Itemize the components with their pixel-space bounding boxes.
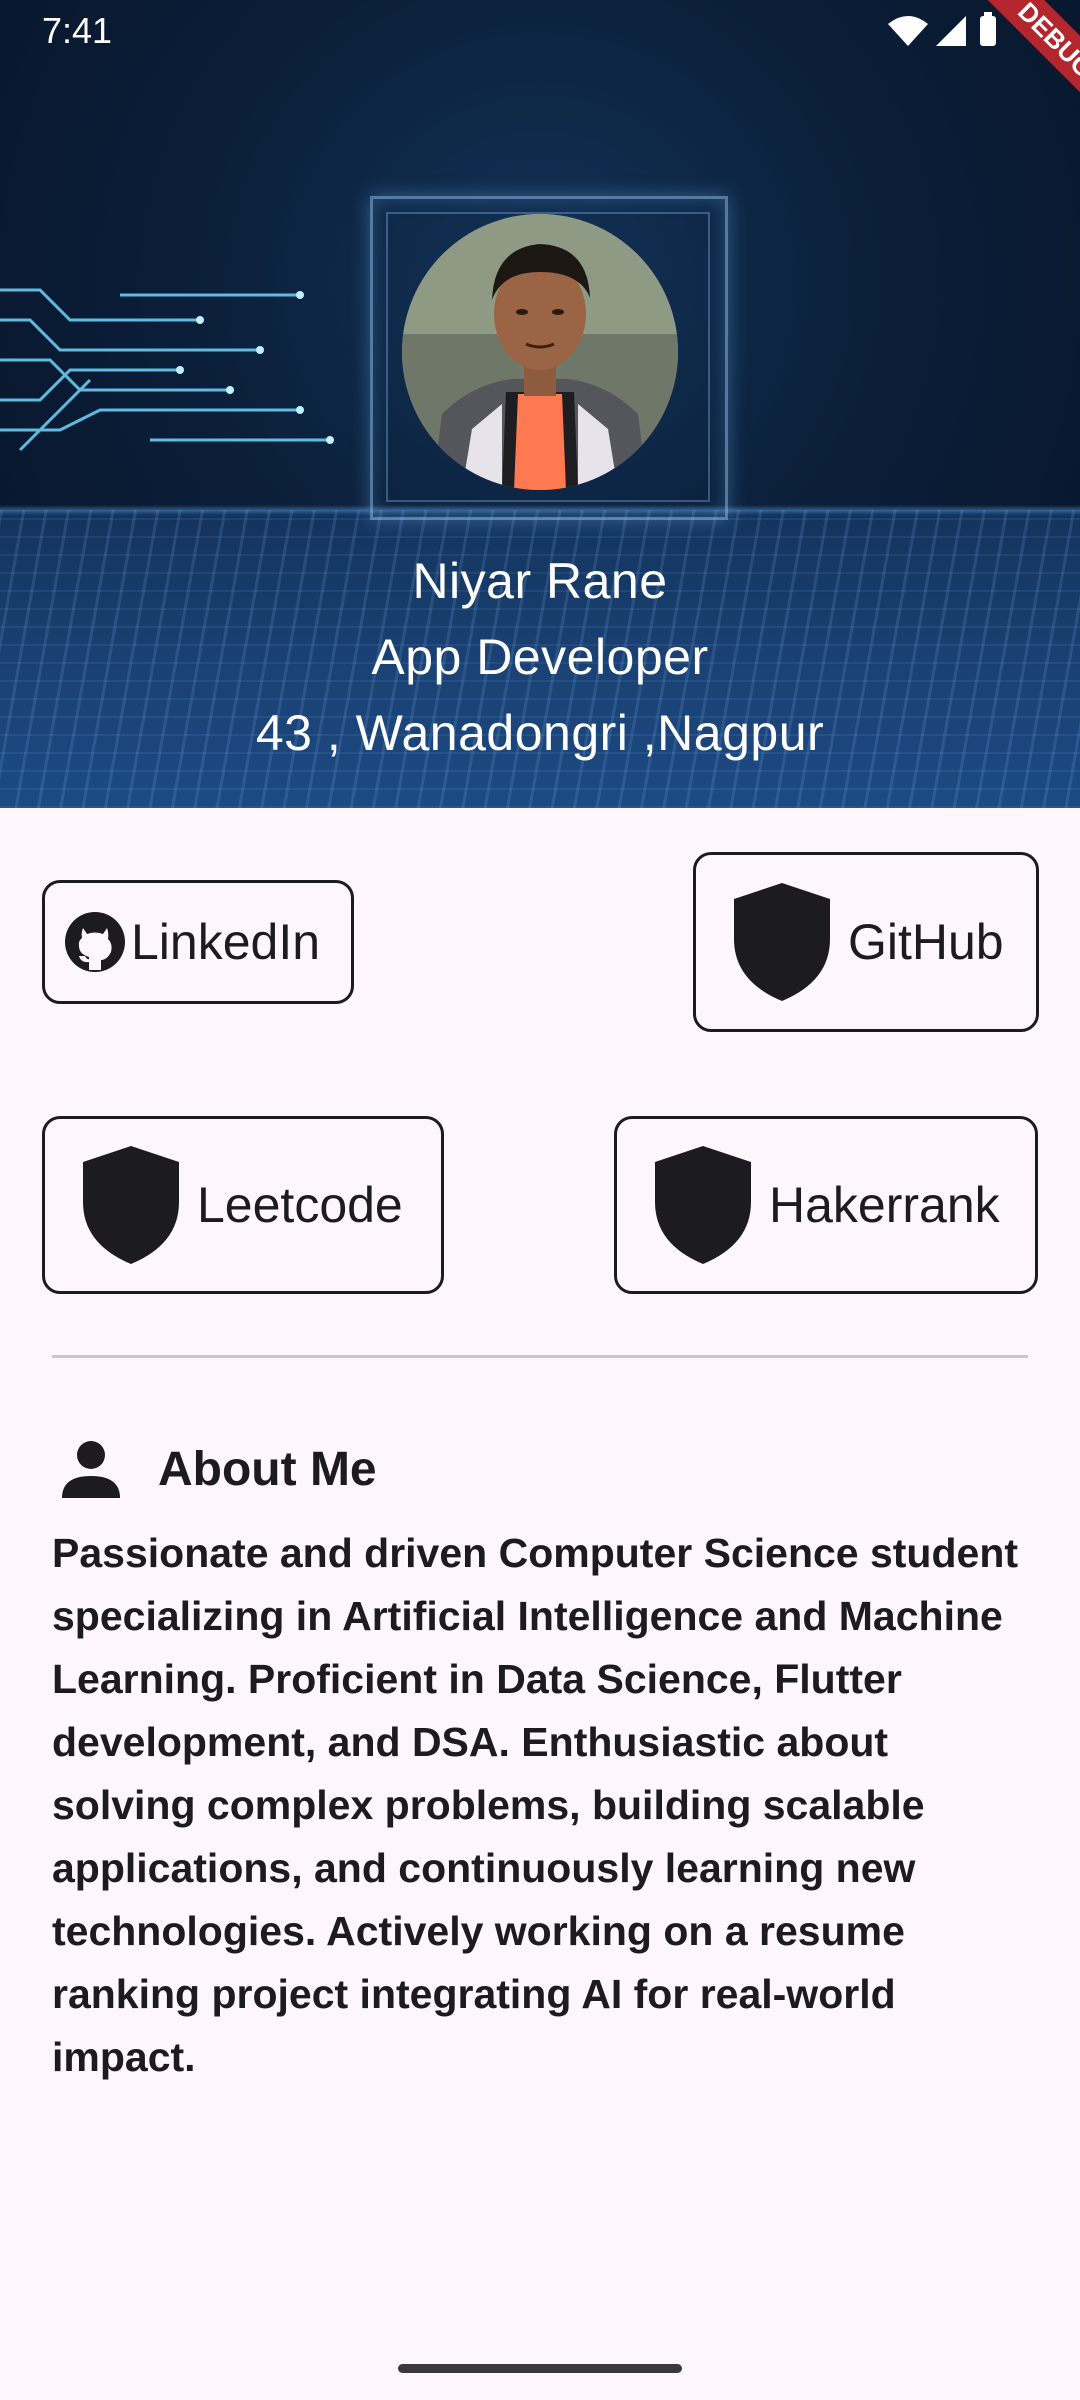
- hackerrank-button-label: Hakerrank: [769, 1177, 1000, 1233]
- github-icon: [65, 912, 125, 972]
- person-icon: [62, 1441, 120, 1498]
- profile-photo: [402, 214, 678, 490]
- about-header: About Me: [60, 1440, 377, 1498]
- about-title: About Me: [158, 1442, 377, 1496]
- leetcode-button-label: Leetcode: [197, 1177, 403, 1233]
- home-indicator[interactable]: [398, 2364, 682, 2373]
- linkedin-button[interactable]: LinkedIn: [42, 880, 354, 1004]
- avatar: [402, 214, 678, 490]
- shield-icon: [655, 1146, 751, 1264]
- about-description: Passionate and driven Computer Science s…: [52, 1530, 1019, 2080]
- linkedin-button-label: LinkedIn: [131, 914, 321, 970]
- leetcode-button[interactable]: Leetcode: [42, 1116, 444, 1294]
- circuit-lines-decoration: [0, 288, 334, 452]
- profile-name: Niyar Rane: [412, 553, 668, 609]
- shield-icon: [83, 1146, 179, 1264]
- hackerrank-button[interactable]: Hakerrank: [614, 1116, 1038, 1294]
- status-time: 7:41: [42, 10, 113, 51]
- profile-role: App Developer: [371, 629, 709, 685]
- shield-icon: [734, 883, 830, 1001]
- github-button-label: GitHub: [848, 914, 1004, 970]
- debug-banner-label: DEBUG: [957, 0, 1080, 139]
- github-button[interactable]: GitHub: [693, 852, 1039, 1032]
- debug-banner: DEBUG: [946, 0, 1080, 140]
- wifi-icon: [888, 16, 928, 46]
- profile-address: 43 , Wanadongri ,Nagpur: [255, 705, 825, 761]
- profile-header: Niyar Rane App Developer 43 , Wanadongri…: [0, 0, 1080, 808]
- section-divider: [52, 1355, 1028, 1358]
